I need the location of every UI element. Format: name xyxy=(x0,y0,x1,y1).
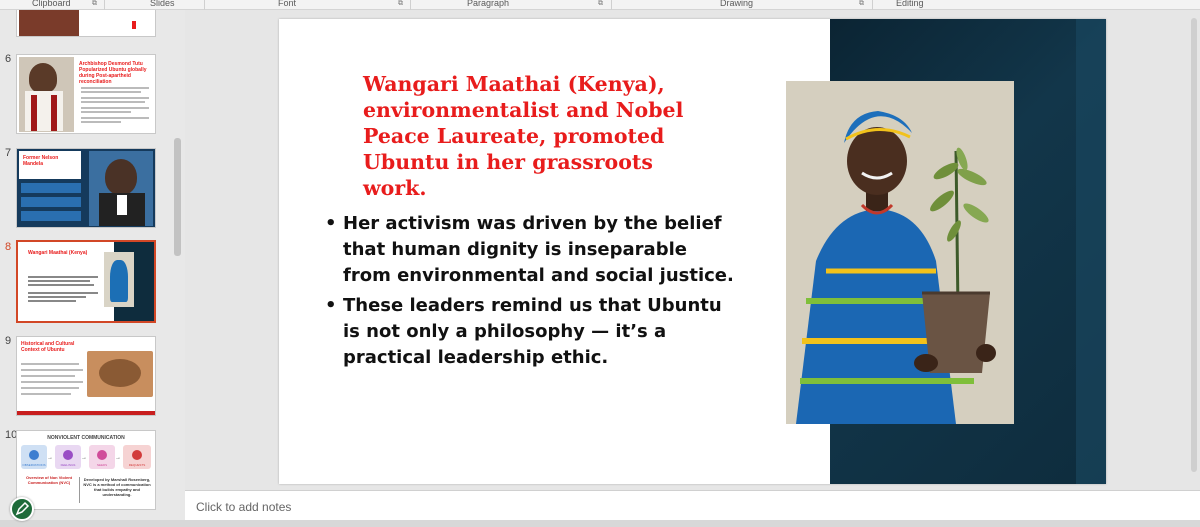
thumb-10-step-2: FEELINGS xyxy=(60,463,76,467)
current-slide[interactable]: Wangari Maathai (Kenya), environmentalis… xyxy=(279,19,1106,484)
clipboard-launcher-icon[interactable]: ⧉ xyxy=(92,0,97,8)
thumb-10-title: NONVIOLENT COMMUNICATION xyxy=(47,435,125,441)
thumb-7-title: Former Nelson Mandela xyxy=(23,155,59,167)
slide-number-8: 8 xyxy=(5,241,12,253)
pen-icon[interactable] xyxy=(10,497,34,521)
drawing-launcher-icon[interactable]: ⧉ xyxy=(859,0,864,8)
notes-pane[interactable]: Click to add notes xyxy=(185,490,1200,520)
slide-bullet-list[interactable]: Her activism was driven by the belief th… xyxy=(325,211,735,375)
slide-bullet-2[interactable]: These leaders remind us that Ubuntu is n… xyxy=(325,293,735,371)
slide-number-9: 9 xyxy=(5,335,12,347)
slide-bullet-1[interactable]: Her activism was driven by the belief th… xyxy=(325,211,735,289)
thumbnail-scrollbar[interactable] xyxy=(172,20,182,527)
thumb-8-title: Wangari Maathai (Kenya) xyxy=(28,250,88,256)
portrait-photo[interactable] xyxy=(786,81,1014,424)
ribbon-group-paragraph: Paragraph xyxy=(467,0,510,8)
slide-thumbnail-8[interactable]: Wangari Maathai (Kenya) xyxy=(16,240,156,323)
ribbon-group-slides: Slides xyxy=(150,0,175,8)
slide-thumbnail-6[interactable]: Archbishop Desmond Tutu Popularized Ubun… xyxy=(16,54,156,134)
ribbon-group-font: Font xyxy=(278,0,297,8)
slide-number-6: 6 xyxy=(5,53,12,65)
paragraph-launcher-icon[interactable]: ⧉ xyxy=(598,0,603,8)
slide-editor[interactable]: Wangari Maathai (Kenya), environmentalis… xyxy=(185,10,1200,490)
ribbon-group-drawing: Drawing xyxy=(720,0,754,8)
ribbon-group-labels: Clipboard ⧉ Slides Font ⧉ Paragraph ⧉ Dr… xyxy=(0,0,1200,10)
slide-thumbnail-10[interactable]: NONVIOLENT COMMUNICATION OBSERVATIONS FE… xyxy=(16,430,156,510)
slide-thumbnail-9[interactable]: Historical and Cultural Context of Ubunt… xyxy=(16,336,156,416)
thumb-9-title: Historical and Cultural Context of Ubunt… xyxy=(21,341,75,353)
notes-placeholder[interactable]: Click to add notes xyxy=(196,500,291,514)
font-launcher-icon[interactable]: ⧉ xyxy=(398,0,403,8)
slide-title[interactable]: Wangari Maathai (Kenya), environmentalis… xyxy=(363,71,723,201)
ribbon-group-clipboard: Clipboard xyxy=(32,0,71,8)
slide-thumbnail-pane[interactable]: 6 Archbishop Desmond Tutu Popularized Ub… xyxy=(0,10,185,527)
editor-scrollbar[interactable] xyxy=(1188,10,1200,490)
thumb-10-step-1: OBSERVATIONS xyxy=(22,463,46,467)
slide-thumbnail-5[interactable] xyxy=(16,10,156,37)
ribbon-group-editing: Editing xyxy=(896,0,924,8)
thumb-10-step-3: NEEDS xyxy=(96,463,108,467)
slide-number-7: 7 xyxy=(5,147,12,159)
thumb-10-caption: Developed by Marshall Rosenberg, NVC is … xyxy=(83,477,151,497)
slide-thumbnail-7[interactable]: Former Nelson Mandela xyxy=(16,148,156,228)
status-bar xyxy=(0,520,1200,527)
thumb-10-step-4: REQUESTS xyxy=(128,463,146,467)
thumb-6-title: Archbishop Desmond Tutu Popularized Ubun… xyxy=(79,61,147,83)
